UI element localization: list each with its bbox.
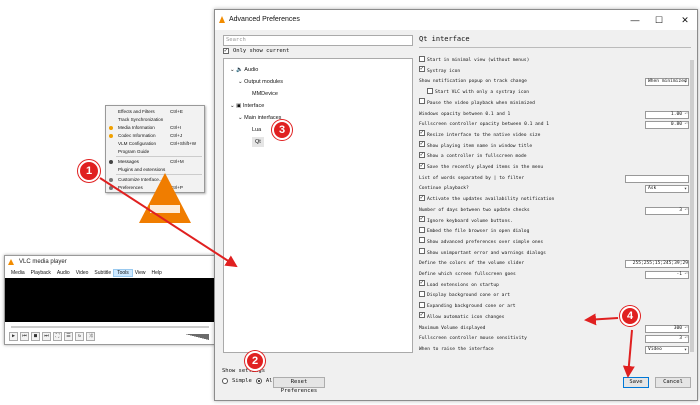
step-badge-4: 4 [620, 306, 640, 326]
arrow-4-horizontal [584, 313, 619, 326]
annotation-arrows [99, 177, 635, 378]
step-badge-2: 2 [245, 351, 265, 371]
step-badge-3: 3 [272, 120, 292, 140]
arrow-4-down [622, 329, 635, 378]
arrow-1 [99, 177, 238, 268]
step-badge-1: 1 [78, 160, 100, 182]
